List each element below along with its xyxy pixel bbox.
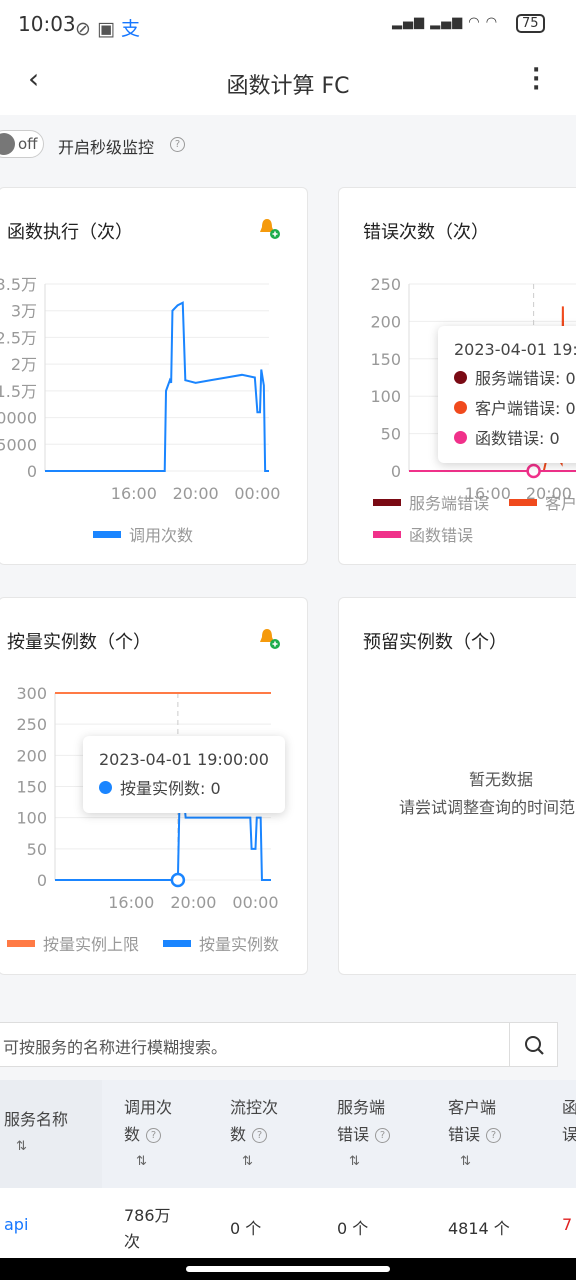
y-tick-label: 0	[37, 871, 47, 890]
nav-bar	[0, 1258, 576, 1280]
y-tick-label: 5000	[0, 435, 37, 454]
col-client-errors[interactable]: 客户端 错误? ⇅	[448, 1094, 502, 1175]
home-indicator[interactable]	[186, 1266, 390, 1272]
legend-item[interactable]: 按量实例上限	[7, 931, 139, 955]
y-tick-label: 0	[391, 462, 401, 481]
battery-icon: 75	[516, 14, 545, 33]
clock: 10:03	[18, 12, 76, 36]
card-errors: 错误次数（次） 0 50 100 150 200 250 16:00 20:00 服务端错误 …	[338, 187, 576, 565]
cell-throttle: 0 个	[230, 1219, 262, 1238]
y-tick-label: 2万	[11, 355, 37, 374]
y-tick-label: 200	[370, 312, 401, 331]
card-title: 预留实例数（个）	[363, 632, 507, 653]
empty-hint: 请尝试调整查询的时间范围	[399, 798, 576, 817]
card-instances: 按量实例数（个） 0 50 100 150 200 250 300 16:00 20:00 00:…	[0, 597, 308, 975]
chart-tooltip: 2023-04-01 19:00:00 服务端错误: 0 客户端错误: 0 函数…	[438, 326, 576, 463]
table-header: 服务名称 ⇅ 调用次数? ⇅ 流控次数? ⇅ 服务端 错误? ⇅ 客户端 错误? ⇅ 函误	[0, 1080, 576, 1188]
col-throttle[interactable]: 流控次数? ⇅	[230, 1094, 278, 1175]
cell-function-errors: 7	[562, 1215, 573, 1234]
help-icon[interactable]: ?	[170, 137, 185, 152]
y-tick-label: 100	[16, 809, 47, 828]
sort-icon: ⇅	[16, 1139, 27, 1154]
y-tick-label: 3.5万	[0, 275, 37, 294]
y-tick-label: 50	[381, 425, 401, 444]
legend-item[interactable]: 函数错误	[373, 522, 473, 546]
y-tick-label: 3万	[11, 302, 37, 321]
signal-icon: ▂▄▆ ▂▄▆ ◠ ◠	[392, 15, 499, 30]
y-tick-label: 10000	[0, 409, 37, 428]
x-tick-label: 00:00	[234, 484, 280, 503]
page-title: 函数计算 FC	[226, 74, 350, 99]
y-tick-label: 300	[16, 684, 47, 703]
monitor-label: 开启秒级监控	[58, 138, 155, 157]
col-service-name[interactable]: 服务名称 ⇅	[4, 1106, 68, 1160]
more-menu-button[interactable]: · · ·	[532, 60, 540, 100]
series-line	[45, 301, 269, 472]
x-tick-label: 20:00	[170, 893, 216, 912]
legend-item[interactable]: 服务端错误	[373, 490, 489, 514]
search-icon	[525, 1036, 544, 1055]
x-tick-label: 16:00	[111, 484, 157, 503]
sort-icon: ⇅	[136, 1154, 147, 1169]
x-tick-label: 20:00	[173, 484, 219, 503]
y-tick-label: 250	[16, 715, 47, 734]
x-tick-label: 00:00	[232, 893, 278, 912]
app-header: ‹ 函数计算 FC · · ·	[0, 48, 576, 115]
legend-item[interactable]: 按量实例数	[163, 931, 279, 955]
card-function-exec: 函数执行（次） 05000100001.5万2万2.5万3万3.5万16:002…	[0, 187, 308, 565]
cell-client-errors: 4814 个	[448, 1219, 510, 1238]
card-reserved: 预留实例数（个） 暂无数据 请尝试调整查询的时间范围	[338, 597, 576, 975]
status-bar: 10:03 ⊘ ▣ 支 ▂▄▆ ▂▄▆ ◠ ◠ 75	[0, 0, 576, 48]
legend-item[interactable]: 客户端错误	[509, 490, 576, 514]
chart-tooltip: 2023-04-01 19:00:00 按量实例数: 0	[83, 736, 285, 813]
cell-server-errors: 0 个	[337, 1219, 369, 1238]
service-link[interactable]: api	[4, 1215, 28, 1234]
y-tick-label: 250	[370, 275, 401, 294]
y-tick-label: 2.5万	[0, 328, 37, 347]
y-tick-label: 1.5万	[0, 382, 37, 401]
x-tick-label: 16:00	[108, 893, 154, 912]
y-tick-label: 100	[370, 387, 401, 406]
search-button[interactable]	[509, 1022, 558, 1067]
toggle-state: off	[18, 135, 38, 153]
cell-calls: 786万	[124, 1206, 171, 1225]
y-tick-label: 150	[370, 350, 401, 369]
y-tick-label: 0	[27, 462, 37, 481]
sort-icon: ⇅	[349, 1154, 360, 1169]
y-tick-label: 50	[27, 840, 47, 859]
col-function-errors[interactable]: 函误	[562, 1094, 576, 1148]
hover-point	[170, 872, 186, 888]
cell-calls-unit: 次	[124, 1232, 141, 1251]
col-server-errors[interactable]: 服务端 错误? ⇅	[337, 1094, 391, 1175]
empty-state: 暂无数据	[469, 770, 534, 789]
chart-exec: 0 5000 10000 1.5万 2万 2.5万 3万 3.5万 16:00 20:00 00:0…	[0, 275, 280, 503]
y-tick-label: 200	[16, 746, 47, 765]
sort-icon: ⇅	[242, 1154, 253, 1169]
search-input[interactable]: 可按服务的名称进行模糊搜索。	[0, 1022, 510, 1067]
sort-icon: ⇅	[460, 1154, 471, 1169]
legend-item[interactable]: 调用次数	[93, 522, 193, 546]
col-calls[interactable]: 调用次数? ⇅	[124, 1094, 172, 1175]
monitor-toggle[interactable]: off	[0, 130, 44, 158]
table-row: api 786万 次 0 个 0 个 4814 个 7	[0, 1188, 576, 1258]
hover-point	[526, 463, 541, 479]
notification-icons: ⊘ ▣ 支	[75, 18, 140, 40]
y-tick-label: 150	[16, 778, 47, 797]
